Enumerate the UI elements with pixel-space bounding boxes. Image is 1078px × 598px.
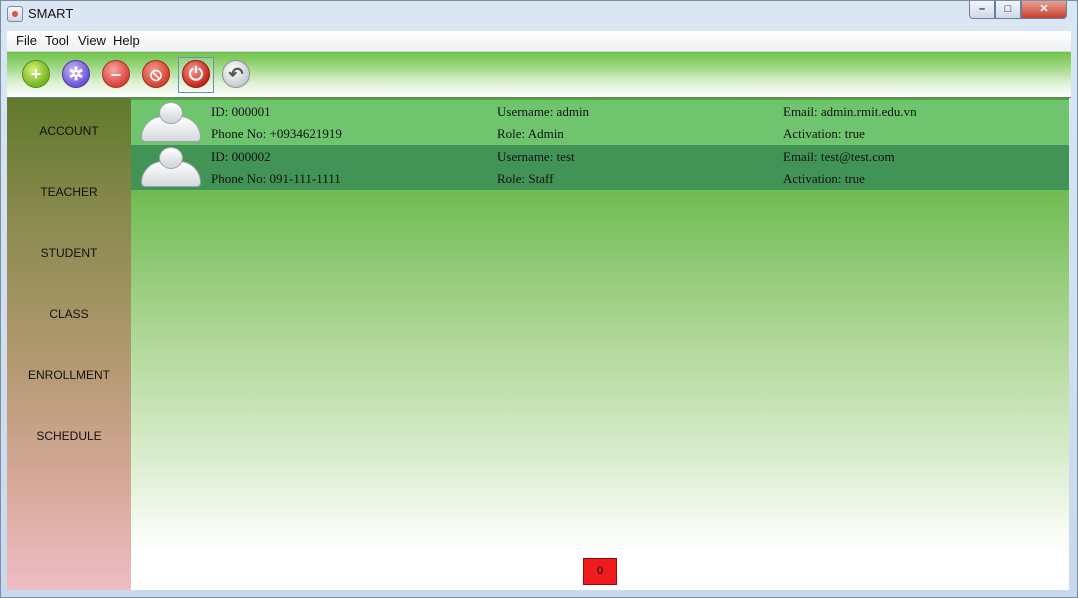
sidebar-item-class[interactable]: CLASS	[7, 299, 131, 329]
sidebar-item-teacher[interactable]: TEACHER	[7, 177, 131, 207]
user-avatar-icon	[141, 102, 201, 142]
sidebar-item-enrollment[interactable]: ENROLLMENT	[7, 360, 131, 390]
java-app-icon	[7, 6, 23, 22]
sidebar: ACCOUNT TEACHER STUDENT CLASS ENROLLMENT…	[7, 98, 131, 590]
title-bar: SMART – □ ✕	[1, 1, 1077, 29]
menu-file[interactable]: File	[16, 33, 37, 48]
account-id: ID: 000002	[211, 149, 271, 164]
account-username: Username: admin	[497, 104, 590, 119]
account-username: Username: test	[497, 149, 575, 164]
undo-icon: ↶	[228, 64, 244, 84]
toolbar: + ✲ – ⦸ ⏻ ↶	[7, 52, 1071, 98]
menu-bar: File Tool View Help	[7, 31, 1071, 52]
account-row[interactable]: ID: 000002 Phone No: 091-111-1111 Userna…	[131, 145, 1069, 190]
maximize-button[interactable]: □	[995, 1, 1021, 19]
window-title: SMART	[28, 6, 74, 21]
app-window: SMART – □ ✕ File Tool View Help + ✲ – ⦸ …	[0, 0, 1078, 598]
account-phone: Phone No: +0934621919	[211, 126, 342, 141]
gear-icon: ✲	[68, 64, 84, 84]
plus-icon: +	[30, 64, 42, 84]
remove-button[interactable]: –	[102, 60, 130, 88]
account-email: Email: test@test.com	[783, 149, 895, 164]
count-badge: 0	[583, 558, 617, 585]
close-button[interactable]: ✕	[1021, 1, 1067, 19]
account-role: Role: Staff	[497, 171, 554, 186]
sidebar-item-account[interactable]: ACCOUNT	[7, 116, 131, 146]
sidebar-item-schedule[interactable]: SCHEDULE	[7, 421, 131, 451]
account-list-panel: ID: 000001 Phone No: +0934621919 Usernam…	[131, 98, 1069, 590]
menu-help[interactable]: Help	[113, 33, 140, 48]
menu-tool[interactable]: Tool	[45, 33, 69, 48]
undo-button[interactable]: ↶	[222, 60, 250, 88]
user-avatar-icon	[141, 147, 201, 187]
power-button[interactable]: ⏻	[182, 60, 210, 88]
add-button[interactable]: +	[22, 60, 50, 88]
sidebar-item-student[interactable]: STUDENT	[7, 238, 131, 268]
account-id: ID: 000001	[211, 104, 271, 119]
block-icon: ⦸	[150, 64, 162, 84]
account-row[interactable]: ID: 000001 Phone No: +0934621919 Usernam…	[131, 100, 1069, 145]
account-role: Role: Admin	[497, 126, 564, 141]
minus-icon: –	[110, 64, 121, 84]
minimize-button[interactable]: –	[969, 1, 995, 19]
account-email: Email: admin.rmit.edu.vn	[783, 104, 917, 119]
power-icon: ⏻	[188, 64, 204, 84]
account-activation: Activation: true	[783, 126, 865, 141]
settings-button[interactable]: ✲	[62, 60, 90, 88]
block-button[interactable]: ⦸	[142, 60, 170, 88]
account-activation: Activation: true	[783, 171, 865, 186]
menu-view[interactable]: View	[78, 33, 106, 48]
account-phone: Phone No: 091-111-1111	[211, 171, 341, 186]
